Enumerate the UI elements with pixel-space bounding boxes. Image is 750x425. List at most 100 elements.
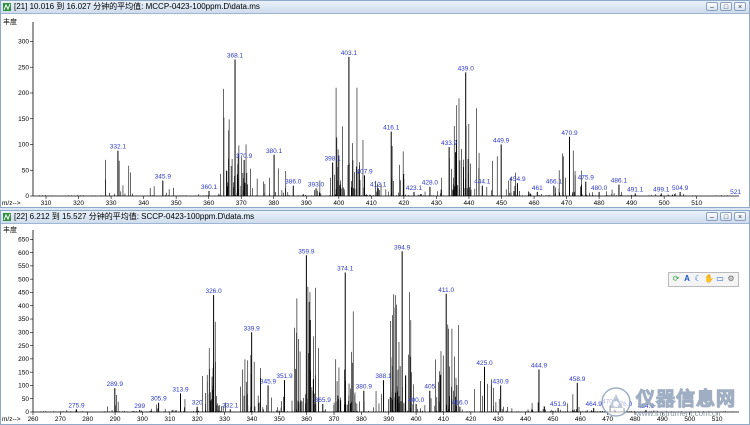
bottom-window-titlebar[interactable]: [22] 6.212 到 15.527 分钟的平均值: SCCP-0423-10… [1, 211, 749, 224]
refresh-icon[interactable]: ⟳ [671, 274, 681, 284]
y-tick-label: 300 [18, 329, 29, 336]
peak-label: 380.9 [356, 384, 373, 391]
y-tick-label: 500 [18, 276, 29, 283]
peak-label: 365.9 [315, 397, 332, 404]
peak-label: 430.9 [493, 378, 510, 385]
x-tick-label: 330 [219, 416, 230, 423]
x-tick-label: 400 [411, 416, 422, 423]
bottom-window-title: [22] 6.212 到 15.527 分钟的平均值: SCCP-0423-10… [14, 212, 255, 221]
y-tick-label: 300 [18, 39, 29, 46]
peak-label: 394.9 [394, 244, 411, 251]
minimize-button[interactable]: – [706, 212, 718, 221]
y-tick-label: 550 [18, 263, 29, 270]
peak-label: 289.9 [107, 381, 124, 388]
x-tick-label: 300 [137, 416, 148, 423]
peak-label: 275.9 [68, 402, 85, 409]
x-tick-label: 510 [691, 200, 702, 207]
peak-label: 345.9 [155, 174, 172, 181]
x-tick-label: 450 [496, 200, 507, 207]
peak-label: 351.9 [276, 373, 293, 380]
y-tick-label: 200 [18, 90, 29, 97]
x-tick-label: 350 [274, 416, 285, 423]
watermark-url-text: www.instrument.com.cn [636, 409, 721, 418]
y-tick-label: 250 [18, 64, 29, 71]
x-tick-label: 440 [464, 200, 475, 207]
spectrum-app-icon [3, 3, 11, 11]
y-tick-label: 50 [22, 167, 30, 174]
peak-label: 504.9 [672, 185, 689, 192]
top-window-title: [21] 10.016 到 16.027 分钟的平均值: MCCP-0423-1… [14, 2, 260, 11]
x-tick-label: 470 [561, 200, 572, 207]
peak-label: 400.0 [408, 397, 425, 404]
x-tick-label: 420 [465, 416, 476, 423]
hand-icon[interactable]: ✋ [704, 274, 714, 284]
watermark-logo-icon [601, 387, 631, 417]
peak-label: 370.9 [236, 153, 253, 160]
peak-label: 345.9 [260, 378, 277, 385]
peak-label: 320 [192, 400, 203, 407]
peak-label: 326.0 [205, 288, 222, 295]
peak-label: 339.9 [244, 325, 261, 332]
x-tick-label: 390 [301, 200, 312, 207]
restore-button[interactable]: □ [720, 212, 732, 221]
peak-label: 407.9 [356, 168, 373, 175]
peak-label: 416.1 [383, 125, 400, 132]
x-tick-label: 330 [106, 200, 117, 207]
x-tick-label: 340 [138, 200, 149, 207]
text-icon[interactable]: A [682, 274, 692, 284]
peak-label: 412.1 [370, 181, 387, 188]
instrument-watermark: 仪器信息网 www.instrument.com.cn [596, 384, 746, 422]
x-tick-label: 500 [659, 200, 670, 207]
y-tick-label: 50 [22, 396, 30, 403]
x-tick-label: 310 [41, 200, 52, 207]
peak-label: 439.0 [458, 65, 475, 72]
close-button[interactable]: × [734, 212, 746, 221]
x-tick-label: 280 [82, 416, 93, 423]
peak-label: 461 [532, 185, 543, 192]
x-tick-label: 390 [383, 416, 394, 423]
y-tick-label: 400 [18, 303, 29, 310]
peak-label: 403.1 [341, 50, 358, 57]
peak-label: 499.1 [653, 186, 670, 193]
peak-label: 423.1 [406, 185, 423, 192]
x-tick-label: 370 [329, 416, 340, 423]
minimize-button[interactable]: – [706, 2, 718, 11]
x-tick-label: 260 [28, 416, 39, 423]
x-tick-label: 440 [520, 416, 531, 423]
x-tick-label: 360 [301, 416, 312, 423]
spectrum-toolbar: ⟳ A ☾ ✋ ▭ ⚙ [668, 272, 739, 287]
close-button[interactable]: × [734, 2, 746, 11]
peak-label: 299 [134, 403, 145, 410]
peak-label: 433.9 [441, 140, 458, 147]
peak-label: 425.0 [476, 360, 493, 367]
mccp-spectrum-chart[interactable]: 丰度 0 50 100 150 200 250 300 m/z--> 310 320 330 340 35… [1, 14, 749, 207]
y-tick-label: 100 [18, 142, 29, 149]
x-tick-label: 290 [110, 416, 121, 423]
peak-label: 416.0 [452, 400, 469, 407]
settings-icon[interactable]: ⚙ [726, 274, 736, 284]
y-tick-label: 0 [25, 193, 29, 200]
x-tick-label: 360 [203, 200, 214, 207]
restore-button[interactable]: □ [720, 2, 732, 11]
peak-label: 411.0 [438, 287, 454, 294]
y-axis-label: 丰度 [3, 225, 17, 234]
peak-label: 380.1 [266, 148, 283, 155]
mccp-spectrum-window: [21] 10.016 到 16.027 分钟的平均值: MCCP-0423-1… [0, 0, 750, 208]
peak-label: 313.9 [172, 386, 189, 393]
top-window-titlebar[interactable]: [21] 10.016 到 16.027 分钟的平均值: MCCP-0423-1… [1, 1, 749, 14]
x-tick-label: 460 [575, 416, 586, 423]
end-mz-label: 521 [730, 189, 741, 196]
peak-label: 470.9 [561, 130, 578, 137]
x-tick-label: 410 [366, 200, 377, 207]
peak-label: 466.1 [546, 179, 563, 186]
peak-label: 359.9 [298, 248, 315, 255]
rectangle-icon[interactable]: ▭ [715, 274, 725, 284]
mccp-plot-area[interactable]: 丰度 0 50 100 150 200 250 300 m/z--> 310 320 330 340 35… [1, 14, 749, 207]
x-tick-label: 320 [73, 200, 84, 207]
x-tick-label: 490 [626, 200, 637, 207]
y-tick-label: 350 [18, 316, 29, 323]
moon-icon[interactable]: ☾ [693, 274, 703, 284]
x-tick-label: 480 [594, 200, 605, 207]
x-tick-label: 420 [398, 200, 409, 207]
x-tick-label: 380 [268, 200, 279, 207]
